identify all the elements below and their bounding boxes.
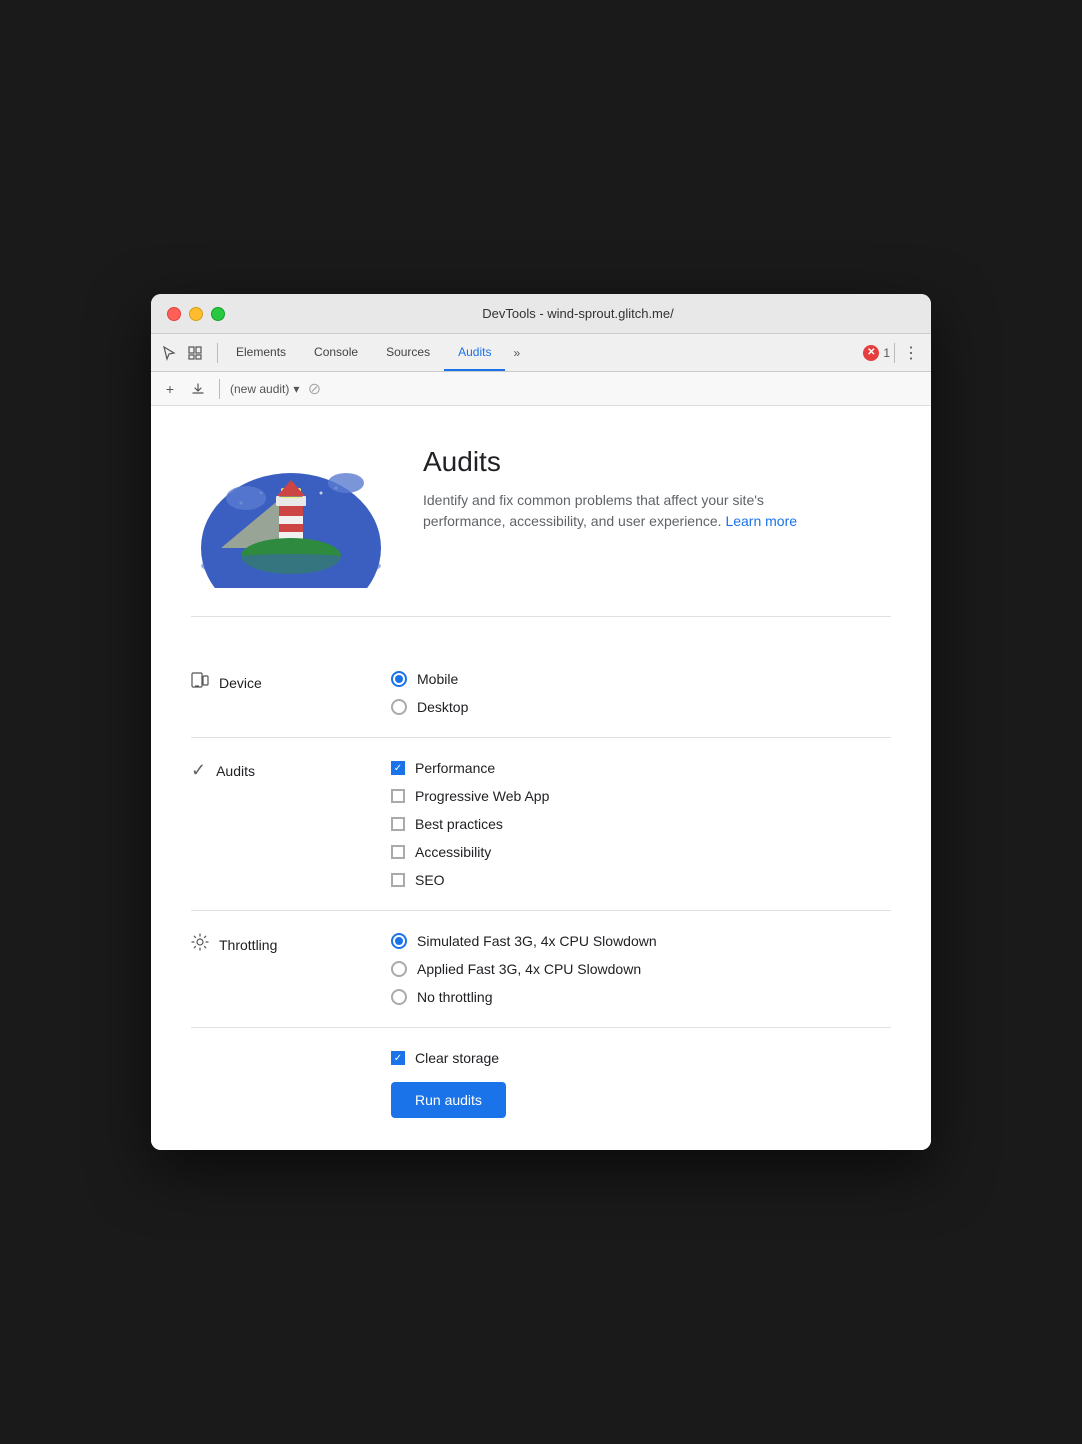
clear-storage-checkbox[interactable]: ✓ — [391, 1051, 405, 1065]
sub-divider — [219, 379, 220, 399]
toolbar-icons — [159, 343, 205, 363]
throttling-simulated-radio[interactable] — [391, 933, 407, 949]
bottom-section: ✓ Clear storage Run audits — [191, 1028, 891, 1118]
throttling-applied-option[interactable]: Applied Fast 3G, 4x CPU Slowdown — [391, 961, 891, 977]
error-icon: ✕ — [863, 345, 879, 361]
checkmark-icon: ✓ — [191, 760, 206, 781]
device-section: Device Mobile Desktop — [191, 649, 891, 738]
audit-accessibility-checkbox[interactable] — [391, 845, 405, 859]
audits-options: ✓ Performance Progressive Web App Best p… — [391, 760, 891, 888]
stop-button[interactable]: ⊘ — [305, 380, 323, 398]
throttling-section: Throttling Simulated Fast 3G, 4x CPU Slo… — [191, 911, 891, 1028]
audit-best-practices-checkbox[interactable] — [391, 817, 405, 831]
close-button[interactable] — [167, 307, 181, 321]
gear-icon — [191, 933, 209, 956]
sub-toolbar: + (new audit) ▾ ⊘ — [151, 372, 931, 406]
audits-section: ✓ Audits ✓ Performance Progressive Web A… — [191, 738, 891, 911]
toolbar-divider-2 — [894, 343, 895, 363]
learn-more-link[interactable]: Learn more — [725, 513, 797, 529]
tab-sources[interactable]: Sources — [372, 334, 444, 371]
tab-console[interactable]: Console — [300, 334, 372, 371]
device-mobile-radio[interactable] — [391, 671, 407, 687]
audit-seo-option[interactable]: SEO — [391, 872, 891, 888]
audit-best-practices-option[interactable]: Best practices — [391, 816, 891, 832]
throttling-none-option[interactable]: No throttling — [391, 989, 891, 1005]
tab-audits[interactable]: Audits — [444, 334, 505, 371]
error-count: 1 — [883, 346, 890, 360]
device-options: Mobile Desktop — [391, 671, 891, 715]
maximize-button[interactable] — [211, 307, 225, 321]
minimize-button[interactable] — [189, 307, 203, 321]
nav-tabs: Elements Console Sources Audits » — [222, 334, 863, 371]
device-desktop-option[interactable]: Desktop — [391, 699, 891, 715]
audit-accessibility-option[interactable]: Accessibility — [391, 844, 891, 860]
main-content: Audits Identify and fix common problems … — [151, 406, 931, 1150]
hero-description: Identify and fix common problems that af… — [423, 490, 803, 532]
more-tabs-button[interactable]: » — [505, 334, 528, 371]
device-desktop-radio[interactable] — [391, 699, 407, 715]
add-audit-button[interactable]: + — [159, 378, 181, 400]
window-title: DevTools - wind-sprout.glitch.me/ — [241, 306, 915, 321]
hero-section: Audits Identify and fix common problems … — [191, 438, 891, 617]
audit-seo-checkbox[interactable] — [391, 873, 405, 887]
device-icon — [191, 671, 209, 694]
traffic-lights — [167, 307, 225, 321]
throttling-simulated-option[interactable]: Simulated Fast 3G, 4x CPU Slowdown — [391, 933, 891, 949]
throttling-none-radio[interactable] — [391, 989, 407, 1005]
audit-selector[interactable]: (new audit) ▾ — [230, 382, 299, 396]
hero-text: Audits Identify and fix common problems … — [423, 438, 803, 532]
toolbar-divider — [217, 343, 218, 363]
download-button[interactable] — [187, 378, 209, 400]
chevron-down-icon: ▾ — [293, 382, 299, 396]
title-bar: DevTools - wind-sprout.glitch.me/ — [151, 294, 931, 334]
throttling-options: Simulated Fast 3G, 4x CPU Slowdown Appli… — [391, 933, 891, 1005]
run-audits-button[interactable]: Run audits — [391, 1082, 506, 1118]
device-label: Device — [191, 671, 351, 694]
throttling-label: Throttling — [191, 933, 351, 956]
device-mobile-option[interactable]: Mobile — [391, 671, 891, 687]
error-badge: ✕ 1 — [863, 345, 890, 361]
throttling-applied-radio[interactable] — [391, 961, 407, 977]
select-tool-icon[interactable] — [159, 343, 179, 363]
nav-toolbar: Elements Console Sources Audits » ✕ 1 ⋮ — [151, 334, 931, 372]
audit-performance-checkbox[interactable]: ✓ — [391, 761, 405, 775]
kebab-menu-button[interactable]: ⋮ — [899, 343, 923, 363]
devtools-window: DevTools - wind-sprout.glitch.me/ El — [151, 294, 931, 1150]
hero-title: Audits — [423, 446, 803, 478]
clear-storage-option[interactable]: ✓ Clear storage — [391, 1050, 891, 1066]
audits-label: ✓ Audits — [191, 760, 351, 781]
tab-elements[interactable]: Elements — [222, 334, 300, 371]
lighthouse-illustration — [191, 438, 391, 588]
audit-pwa-option[interactable]: Progressive Web App — [391, 788, 891, 804]
inspect-icon[interactable] — [185, 343, 205, 363]
audit-pwa-checkbox[interactable] — [391, 789, 405, 803]
audit-performance-option[interactable]: ✓ Performance — [391, 760, 891, 776]
